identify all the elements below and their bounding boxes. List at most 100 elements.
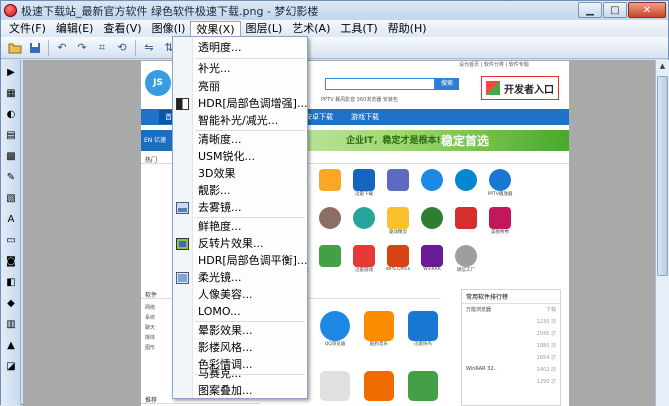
app-icon — [353, 207, 375, 229]
app-icon — [319, 169, 341, 191]
menu-bar: 文件(F) 编辑(E) 查看(V) 图像(I) 效果(X) 图层(L) 艺术(A… — [1, 20, 668, 37]
menu-item-studio-style[interactable]: 影楼风格... — [173, 340, 307, 356]
shape-tool-icon[interactable]: ◆ — [2, 294, 20, 312]
select-tool-icon[interactable]: ▶ — [2, 63, 20, 81]
featured-app — [405, 371, 441, 401]
menu-image[interactable]: 图像(I) — [147, 21, 191, 37]
ranking-row: WinRAR 32.. 1402 次 — [466, 366, 556, 373]
menu-item-soft-light[interactable]: 柔光镜... — [173, 270, 307, 286]
menu-item-shadow[interactable]: 靓影... — [173, 183, 307, 199]
rotate-icon[interactable]: ⟲ — [112, 39, 132, 57]
effects-menu: 透明度... 补光... 亮丽 HDR[局部色调增强]... 智能补光/减光..… — [172, 36, 308, 399]
app-icon — [421, 207, 443, 229]
ranking-title: 常用软件排行榜 — [462, 290, 560, 304]
close-button[interactable]: ✕ — [628, 2, 666, 18]
open-folder-icon[interactable] — [5, 39, 25, 57]
flip-icon[interactable]: ⇋ — [139, 39, 159, 57]
ranking-row: 1230 次 — [536, 319, 556, 325]
app-icon — [455, 245, 477, 267]
undo-icon[interactable]: ↶ — [52, 39, 72, 57]
menu-view[interactable]: 查看(V) — [98, 21, 146, 37]
maximize-button[interactable]: □ — [603, 2, 627, 18]
site-nav-games: 游戏下载 — [351, 113, 379, 121]
film-icon — [176, 238, 189, 250]
developer-entry-label: 开发者入口 — [504, 84, 554, 96]
triangle-tool-icon[interactable]: ▲ — [2, 336, 20, 354]
app-tile — [417, 207, 447, 235]
redo-icon[interactable]: ↷ — [72, 39, 92, 57]
menu-item-3d-effect[interactable]: 3D效果 — [173, 166, 307, 182]
text-tool-icon[interactable]: A — [2, 210, 20, 228]
menu-item-pattern-overlay[interactable]: 图案叠加... — [173, 383, 307, 399]
menu-layer[interactable]: 图层(L) — [241, 21, 288, 37]
menu-art[interactable]: 艺术(A) — [287, 21, 335, 37]
menu-item-lomo[interactable]: LOMO... — [173, 304, 307, 320]
developer-icon — [486, 81, 500, 95]
save-icon[interactable] — [25, 39, 45, 57]
menu-item-vignette[interactable]: 晕影效果... — [173, 323, 307, 339]
menu-item-smart-light[interactable]: 智能补光/减光... — [173, 113, 307, 129]
ranking-row: 1880 次 — [536, 343, 556, 349]
menu-item-vividness[interactable]: 鲜艳度... — [173, 219, 307, 235]
menu-item-hdr-balance[interactable]: HDR[局部色调平衡]... — [173, 253, 307, 269]
eraser-tool-icon[interactable]: ◪ — [2, 357, 20, 375]
site-logo: JS — [145, 70, 171, 96]
menu-file[interactable]: 文件(F) — [4, 21, 51, 37]
menu-item-hdr-enhance[interactable]: HDR[局部色调增强]... — [173, 96, 307, 112]
crop-icon[interactable]: ⌗ — [92, 39, 112, 57]
app-grid-row1: 迅雷下载 PPTV播放器 — [281, 169, 521, 203]
ranking-panel: 常用软件排行榜 万能浏览器 下载 1230 次 2045 次 1880 次 165… — [461, 289, 561, 406]
image-canvas[interactable]: JS 搜索 PPTV 暴风影音 360浏览器 安装包 设为首页 | 软件分类 |… — [23, 60, 655, 406]
menu-effects[interactable]: 效果(X) — [190, 20, 241, 37]
app-icon — [320, 371, 350, 401]
ranking-row: 万能浏览器 下载 — [466, 307, 556, 313]
menu-item-transparency[interactable]: 透明度... — [173, 40, 307, 56]
featured-app: 迅雷快鸟 — [405, 311, 441, 347]
menu-help[interactable]: 帮助(H) — [383, 21, 432, 37]
frame-tool-icon[interactable]: ▭ — [2, 231, 20, 249]
layer-tool-icon[interactable]: ▤ — [2, 126, 20, 144]
brush-tool-icon[interactable]: ✎ — [2, 168, 20, 186]
menu-edit[interactable]: 编辑(E) — [51, 21, 99, 37]
menu-item-mosaic[interactable]: 马赛克... — [173, 366, 307, 382]
app-icon — [455, 207, 477, 229]
scroll-up-arrow-icon[interactable]: ▲ — [656, 60, 669, 73]
app-logo-icon — [4, 4, 17, 17]
featured-app: 酷狗音乐 — [361, 311, 397, 347]
app-tile — [383, 169, 413, 197]
app-tile: 微信工厂 — [451, 245, 481, 273]
grid-tool-icon[interactable]: ▦ — [2, 84, 20, 102]
menu-item-brighten[interactable]: 亮丽 — [173, 79, 307, 95]
photo-tool-icon[interactable]: ▧ — [2, 189, 20, 207]
app-icon — [387, 245, 409, 267]
window-controls: ▁ □ ✕ — [577, 2, 666, 18]
minimize-button[interactable]: ▁ — [578, 2, 602, 18]
app-tile: 驱动精灵 — [383, 207, 413, 235]
camera-tool-icon[interactable]: ◙ — [2, 252, 20, 270]
scroll-thumb[interactable] — [657, 76, 668, 276]
app-tile: 迅雷下载 — [349, 169, 379, 197]
menu-tools[interactable]: 工具(T) — [335, 21, 382, 37]
menu-item-fill-light[interactable]: 补光... — [173, 61, 307, 77]
qq-browser-icon — [320, 311, 350, 341]
toolbar-separator — [135, 39, 136, 56]
palette-tool-icon[interactable]: ▥ — [2, 315, 20, 333]
contrast-tool-icon[interactable]: ◐ — [2, 105, 20, 123]
menu-separator — [195, 217, 305, 218]
menu-separator — [195, 321, 305, 322]
menu-item-portrait-beauty[interactable]: 人像美容... — [173, 287, 307, 303]
menu-item-reversal-film[interactable]: 反转片效果... — [173, 236, 307, 252]
menu-item-usm-sharpen[interactable]: USM锐化... — [173, 149, 307, 165]
site-search-button: 搜索 — [435, 78, 459, 90]
vertical-scrollbar[interactable]: ▲ — [655, 60, 669, 406]
color-tool-icon[interactable]: ▩ — [2, 147, 20, 165]
ranking-row: 2045 次 — [536, 331, 556, 337]
app-window: 极速下载站_最新官方软件 绿色软件极速下载.png - 梦幻影楼 ▁ □ ✕ 文… — [0, 0, 669, 406]
app-grid-row2: 驱动精灵 美图秀秀 — [281, 207, 521, 241]
menu-separator — [195, 58, 305, 59]
fill-tool-icon[interactable]: ◧ — [2, 273, 20, 291]
toolbar-separator — [48, 39, 49, 56]
menu-item-defog[interactable]: 去雾镜... — [173, 200, 307, 216]
ranking-row: 1290 次 — [536, 379, 556, 385]
menu-item-clarity[interactable]: 清晰度... — [173, 132, 307, 148]
